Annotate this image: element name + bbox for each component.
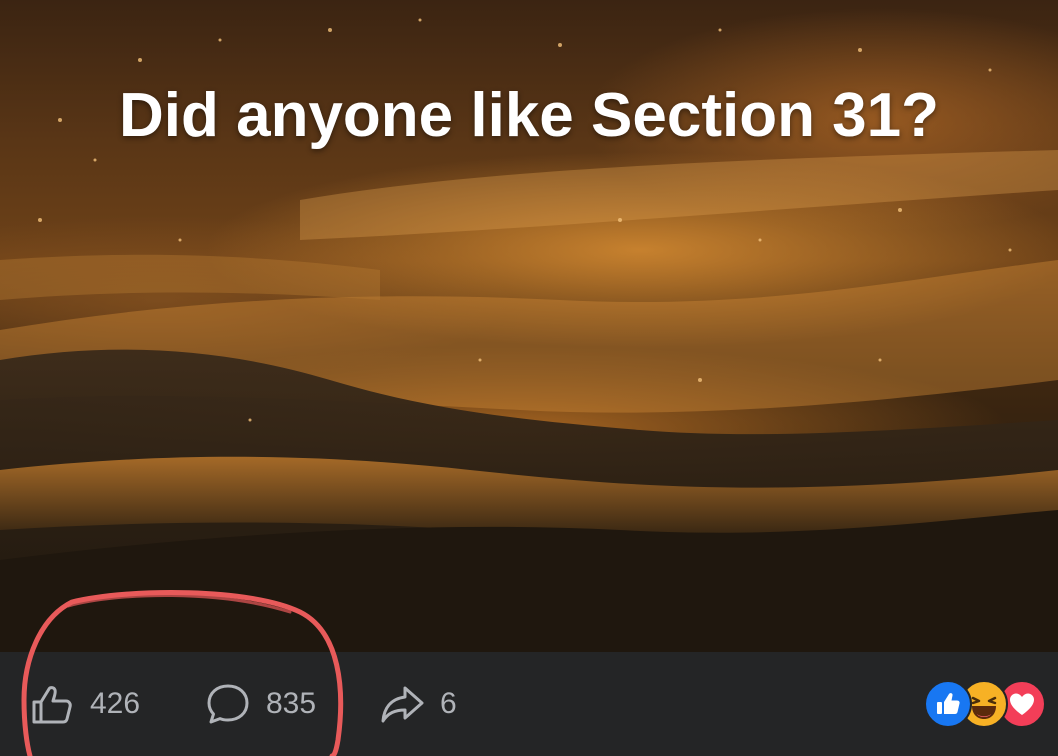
post-image[interactable]: Did anyone like Section 31?: [0, 0, 1058, 652]
post-card: Did anyone like Section 31? 426 835 6: [0, 0, 1058, 756]
like-reaction-icon: [924, 680, 972, 728]
like-count: 426: [90, 687, 141, 720]
comment-bubble-icon: [204, 680, 252, 728]
comment-count: 835: [266, 687, 317, 720]
share-arrow-icon: [378, 680, 426, 728]
comment-button[interactable]: 835: [204, 652, 316, 756]
reaction-summary[interactable]: [924, 680, 1050, 728]
thumbs-up-icon: [28, 680, 76, 728]
post-action-bar: 426 835 6: [0, 652, 1058, 756]
like-button[interactable]: 426: [28, 652, 140, 756]
share-count: 6: [440, 687, 457, 720]
share-button[interactable]: 6: [378, 652, 457, 756]
post-title: Did anyone like Section 31?: [118, 81, 940, 150]
